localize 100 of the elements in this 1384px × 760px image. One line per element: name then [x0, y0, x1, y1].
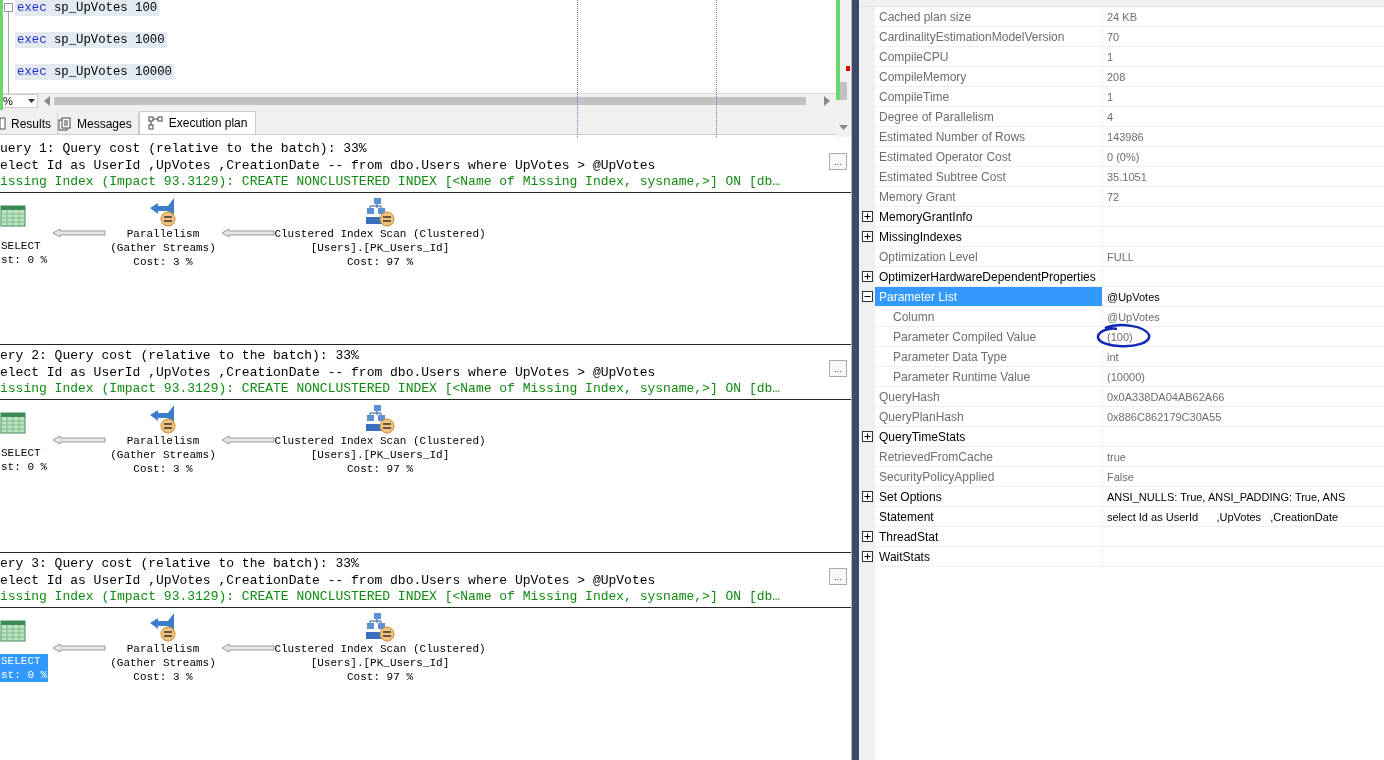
property-name[interactable]: Parameter Runtime Value	[875, 367, 1103, 386]
splitter-bar[interactable]	[851, 0, 859, 760]
operator-label[interactable]: SELECT st: 0 %	[0, 238, 49, 267]
operator-label[interactable]: Clustered Index Scan (Clustered) [Users].[PK_Users_Id] Cost: 97 %	[273, 226, 487, 269]
grid-icon	[0, 117, 6, 130]
scroll-right-icon[interactable]	[824, 96, 830, 106]
property-name[interactable]: Column	[875, 307, 1103, 326]
property-name[interactable]: Statement	[875, 507, 1103, 526]
property-name[interactable]: Parameter List	[875, 287, 1103, 306]
missing-index-text[interactable]: issing Index (Impact 93.3129): CREATE NONCLUSTERED INDEX [<Name of Missing Index, sysname,>] ON [db…	[0, 381, 781, 398]
property-name[interactable]: Parameter Data Type	[875, 347, 1103, 366]
property-value: 0x886C862179C30A55	[1106, 409, 1223, 425]
flow-arrow	[221, 227, 275, 238]
property-name[interactable]: Set Options	[875, 487, 1103, 506]
property-value: 35.1051	[1106, 169, 1148, 185]
property-value: False	[1106, 469, 1135, 485]
property-name[interactable]: Parameter Compiled Value	[875, 327, 1103, 346]
property-name[interactable]: Estimated Number of Rows	[875, 127, 1103, 146]
property-name[interactable]: RetrievedFromCache	[875, 447, 1103, 466]
query-statement: elect Id as UserId ,UpVotes ,CreationDate -- from dbo.Users where UpVotes > @UpVotes	[0, 157, 656, 174]
property-name[interactable]: QueryTimeStats	[875, 427, 1103, 446]
property-name[interactable]: ThreadStat	[875, 527, 1103, 546]
expand-icon[interactable]	[861, 211, 873, 222]
property-name[interactable]: Estimated Subtree Cost	[875, 167, 1103, 186]
table-icon[interactable]	[0, 619, 26, 642]
property-name[interactable]: Estimated Operator Cost	[875, 147, 1103, 166]
property-value: 208	[1106, 69, 1127, 85]
property-name[interactable]: MemoryGrantInfo	[875, 207, 1103, 226]
property-value: 72	[1106, 189, 1121, 205]
property-value: 0 (0%)	[1106, 149, 1141, 165]
index-scan-icon[interactable]	[365, 196, 395, 227]
property-name[interactable]: QueryHash	[875, 387, 1103, 406]
query-statement: elect Id as UserId ,UpVotes ,CreationDate -- from dbo.Users where UpVotes > @UpVotes	[0, 364, 656, 381]
property-value: 4	[1106, 109, 1115, 125]
tab[interactable]: Results	[0, 113, 58, 134]
document-icon	[58, 116, 72, 131]
property-value: ANSI_NULLS: True, ANSI_PADDING: True, ANS	[1106, 489, 1347, 505]
expand-icon[interactable]	[861, 431, 873, 442]
caret-icon	[28, 99, 35, 103]
collapse-icon[interactable]	[861, 291, 873, 302]
expand-icon[interactable]	[861, 531, 873, 542]
property-value: 70	[1106, 29, 1121, 45]
flow-arrow	[52, 227, 106, 238]
property-name[interactable]: Degree of Parallelism	[875, 107, 1103, 126]
scroll-down-icon[interactable]	[839, 125, 848, 130]
operator-label[interactable]: Parallelism (Gather Streams) Cost: 3 %	[109, 226, 217, 269]
property-value: @UpVotes	[1106, 289, 1161, 305]
expand-icon[interactable]	[861, 551, 873, 562]
property-name[interactable]: OptimizerHardwareDependentProperties	[875, 267, 1103, 286]
query-cost-text: uery 1: Query cost (relative to the batch): 33%	[0, 141, 367, 158]
property-name[interactable]: CompileCPU	[875, 47, 1103, 66]
missing-index-text[interactable]: issing Index (Impact 93.3129): CREATE NONCLUSTERED INDEX [<Name of Missing Index, sysname,>] ON [db…	[0, 589, 781, 606]
property-value: 24 KB	[1106, 9, 1138, 25]
property-name[interactable]: QueryPlanHash	[875, 407, 1103, 426]
more-button[interactable]: ...	[829, 360, 847, 377]
property-name[interactable]: Memory Grant	[875, 187, 1103, 206]
expand-icon[interactable]	[861, 271, 873, 282]
property-value: 0x0A338DA04AB62A66	[1106, 389, 1226, 405]
property-value: (100)	[1106, 329, 1134, 345]
scroll-left-icon[interactable]	[44, 96, 50, 106]
index-scan-icon[interactable]	[365, 611, 395, 642]
tab[interactable]: Messages	[58, 113, 139, 134]
expand-icon[interactable]	[861, 491, 873, 502]
property-value: FULL	[1106, 249, 1135, 265]
expand-icon[interactable]	[861, 231, 873, 242]
operator-label[interactable]: Clustered Index Scan (Clustered) [Users].[PK_Users_Id] Cost: 97 %	[273, 433, 487, 476]
property-name[interactable]: CompileTime	[875, 87, 1103, 106]
more-button[interactable]: ...	[829, 153, 847, 170]
property-value: 1	[1106, 89, 1115, 105]
property-name[interactable]: SecurityPolicyApplied	[875, 467, 1103, 486]
property-value: select Id as UserId ,UpVotes ,CreationDate	[1106, 509, 1340, 525]
vertical-scrollbar[interactable]	[836, 0, 851, 137]
property-value: (10000)	[1106, 369, 1146, 385]
property-name[interactable]: Cached plan size	[875, 7, 1103, 26]
index-scan-icon[interactable]	[365, 403, 395, 434]
tab[interactable]: Execution plan	[138, 111, 257, 134]
property-value: int	[1106, 349, 1120, 365]
table-icon[interactable]	[0, 204, 26, 227]
parallelism-icon[interactable]	[148, 196, 178, 227]
property-name[interactable]: Optimization Level	[875, 247, 1103, 266]
scroll-thumb[interactable]	[54, 97, 806, 105]
scroll-thumb[interactable]	[840, 82, 847, 100]
table-icon[interactable]	[0, 411, 26, 434]
query-cost-text: ery 3: Query cost (relative to the batch): 33%	[0, 556, 359, 573]
operator-label[interactable]: SELECT st: 0 %	[0, 445, 49, 474]
property-value: 143986	[1106, 129, 1145, 145]
property-name[interactable]: MissingIndexes	[875, 227, 1103, 246]
operator-label[interactable]: Clustered Index Scan (Clustered) [Users].[PK_Users_Id] Cost: 97 %	[273, 641, 487, 684]
parallelism-icon[interactable]	[148, 611, 178, 642]
missing-index-text[interactable]: issing Index (Impact 93.3129): CREATE NONCLUSTERED INDEX [<Name of Missing Index, sysname,>] ON [db…	[0, 174, 781, 191]
parallelism-icon[interactable]	[148, 403, 178, 434]
property-name[interactable]: CompileMemory	[875, 67, 1103, 86]
operator-label[interactable]: SELECT st: 0 %	[0, 653, 49, 682]
more-button[interactable]: ...	[829, 568, 847, 585]
property-name[interactable]: WaitStats	[875, 547, 1103, 566]
property-value: 1	[1106, 49, 1115, 65]
property-name[interactable]: CardinalityEstimationModelVersion	[875, 27, 1103, 46]
flow-arrow	[221, 642, 275, 653]
operator-label[interactable]: Parallelism (Gather Streams) Cost: 3 %	[109, 641, 217, 684]
operator-label[interactable]: Parallelism (Gather Streams) Cost: 3 %	[109, 433, 217, 476]
